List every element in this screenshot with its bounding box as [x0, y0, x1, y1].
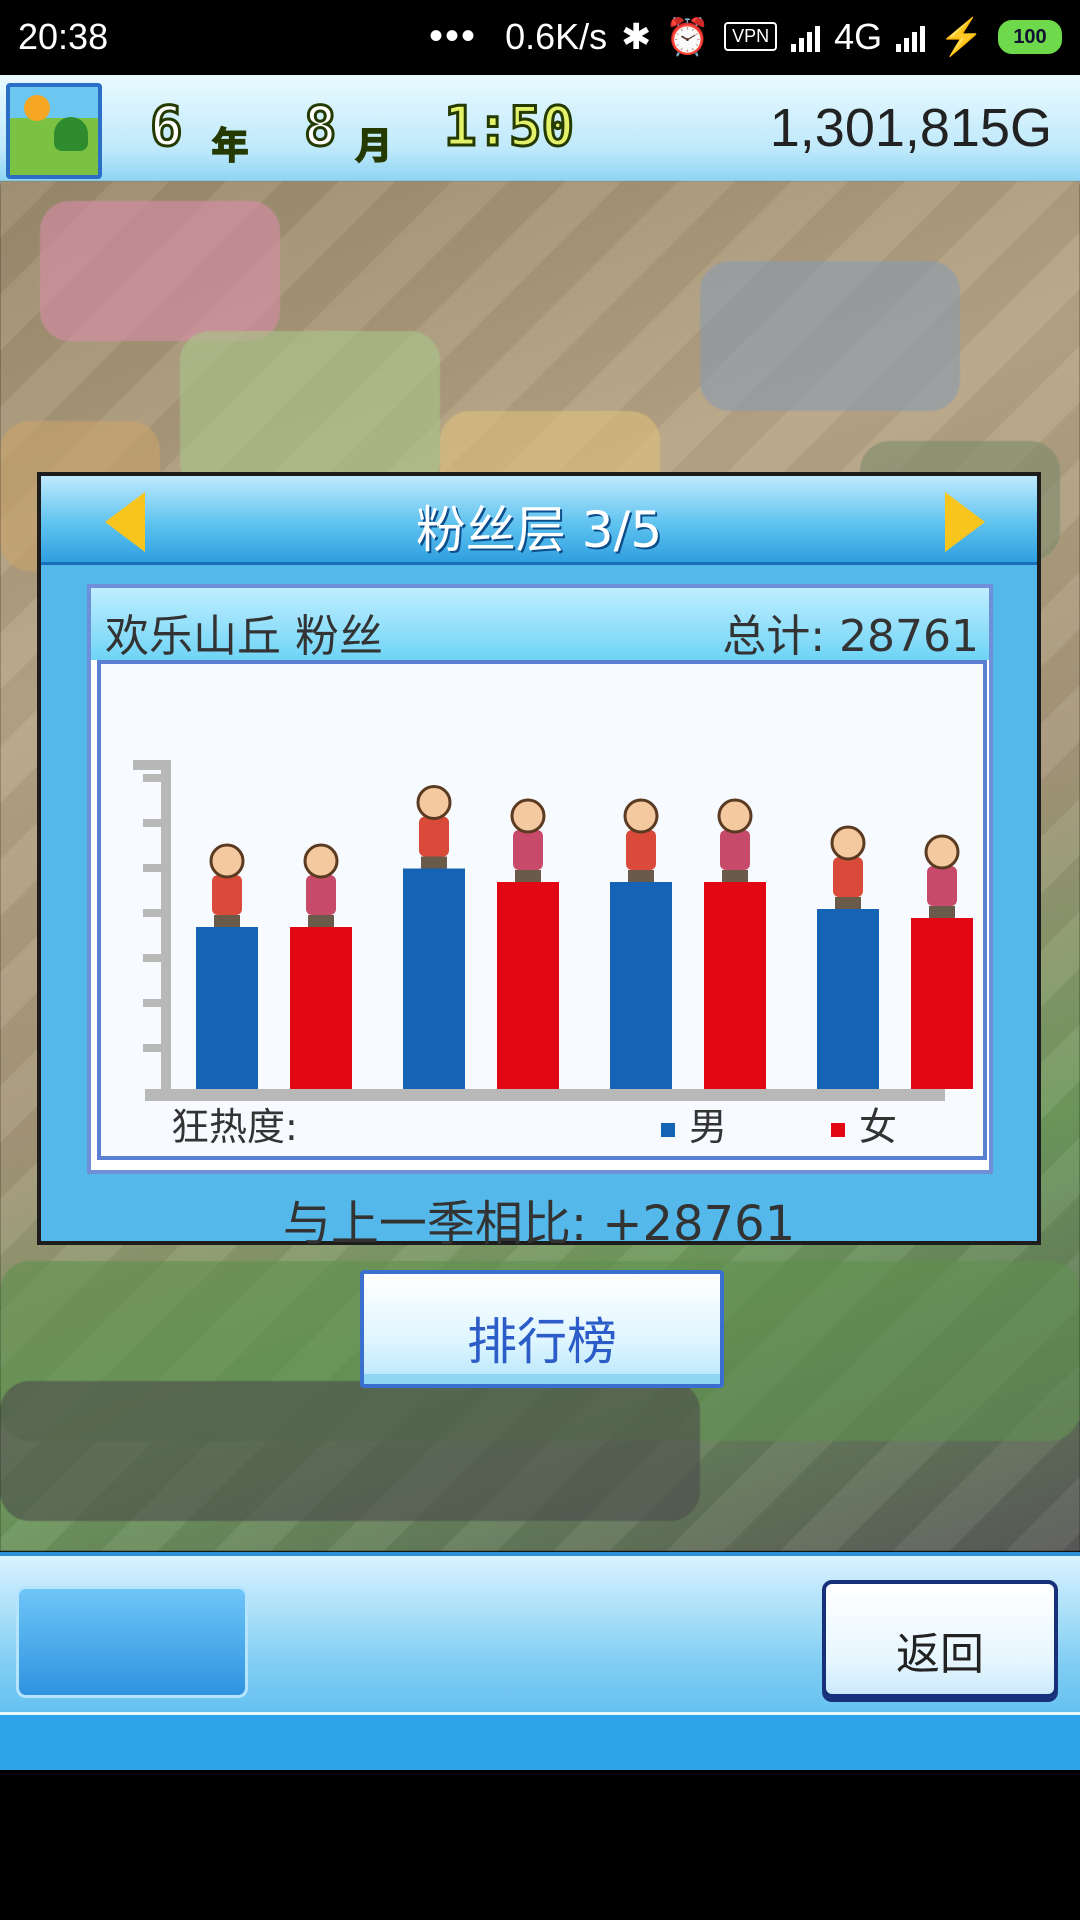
fan-figure-body	[513, 830, 543, 870]
vpn-badge: VPN	[724, 22, 778, 51]
female-bar	[911, 918, 973, 1089]
fan-figure-legs	[835, 897, 861, 909]
empty-slot-button[interactable]	[16, 1586, 248, 1698]
legend-female-label: 女	[859, 1105, 898, 1149]
female-bar	[497, 882, 559, 1089]
status-icons: ••• 0.6K/s ✱ ⏰ VPN 4G ⚡ 100	[429, 14, 1062, 59]
y-axis-tick	[143, 819, 161, 827]
status-time: 20:38	[18, 16, 109, 57]
fan-figure-legs	[214, 915, 240, 927]
fan-figure-body	[833, 857, 863, 897]
panel-header: 欢乐山丘 粉丝 总计: 28761	[91, 588, 989, 662]
fan-figure-head	[510, 798, 546, 834]
fan-figure-head	[303, 843, 339, 879]
male-swatch	[661, 1122, 675, 1137]
game-clock: 1:50	[442, 94, 575, 160]
fan-figure-legs	[628, 870, 654, 882]
fan-dialog: 粉丝层 3/5 欢乐山丘 粉丝 总计: 28761 狂热度: 男 女 与上一季相…	[37, 472, 1041, 1252]
fan-figure-head	[830, 825, 866, 861]
season-compare: 与上一季相比: +28761	[282, 1196, 796, 1252]
fan-figure-body	[927, 866, 957, 906]
ranking-button[interactable]: 排行榜	[360, 1270, 724, 1388]
fan-figure-legs	[421, 856, 447, 869]
fan-figure-head	[924, 834, 960, 870]
male-bar	[196, 927, 258, 1089]
y-axis-tick	[143, 864, 161, 872]
year-unit: 年	[211, 125, 249, 168]
fan-chart-svg	[133, 760, 973, 1101]
more-dots-icon: •••	[429, 14, 478, 58]
y-axis-tick	[143, 1044, 161, 1052]
dialog-title-bar: 粉丝层 3/5	[41, 476, 1037, 565]
signal-icon	[791, 22, 821, 52]
legend-female: 女	[831, 1096, 897, 1151]
fan-figure-legs	[929, 906, 955, 918]
bottom-strip	[0, 1712, 1080, 1774]
fever-label: 狂热度:	[171, 1105, 298, 1149]
fan-figure-body	[419, 816, 449, 857]
fan-panel: 欢乐山丘 粉丝 总计: 28761 狂热度: 男 女	[87, 584, 993, 1174]
right-arrow-icon	[945, 492, 985, 552]
y-axis-tick	[143, 999, 161, 1007]
fan-figure-body	[720, 830, 750, 870]
fan-figure-body	[626, 830, 656, 870]
fan-figure-legs	[515, 870, 541, 882]
dialog-title: 粉丝层 3/5	[415, 501, 663, 559]
fan-figure-legs	[722, 870, 748, 882]
fan-chart: 狂热度: 男 女	[97, 660, 987, 1160]
panel-title: 欢乐山丘 粉丝	[105, 611, 383, 662]
charging-icon: ⚡	[939, 15, 984, 57]
fan-figure-legs	[308, 915, 334, 927]
fan-figure-body	[212, 875, 242, 915]
game-header: 6 年 8 月 1:50 1,301,815G	[0, 75, 1080, 185]
female-bar	[290, 927, 352, 1089]
month-value: 8	[303, 94, 338, 160]
fan-figure-body	[306, 875, 336, 915]
y-axis-tick	[143, 954, 161, 962]
y-axis-tick	[143, 774, 161, 782]
status-bar: 20:38 ••• 0.6K/s ✱ ⏰ VPN 4G ⚡ 100	[0, 0, 1080, 75]
fan-figure-head	[623, 798, 659, 834]
signal-2-icon	[896, 22, 926, 52]
y-axis-cap	[133, 760, 171, 770]
female-swatch	[831, 1122, 845, 1137]
legend-male: 男	[661, 1096, 727, 1151]
back-button[interactable]: 返回	[822, 1580, 1058, 1698]
male-bar	[610, 882, 672, 1089]
fan-figure-head	[717, 798, 753, 834]
bottom-bar: 返回	[0, 1552, 1080, 1774]
y-axis	[161, 760, 171, 1089]
network-speed: 0.6K/s	[505, 15, 608, 57]
panel-total: 总计: 28761	[722, 611, 979, 662]
alarm-icon: ⏰	[665, 15, 711, 57]
bluetooth-icon: ✱	[621, 15, 652, 57]
park-thumbnail-icon[interactable]	[6, 83, 102, 179]
fan-figure-head	[416, 785, 452, 820]
male-bar	[403, 868, 465, 1089]
next-page-button[interactable]	[923, 482, 993, 556]
legend-male-label: 男	[689, 1105, 728, 1149]
money-display: 1,301,815G	[769, 98, 1052, 158]
male-bar	[817, 909, 879, 1089]
battery-icon: 100	[998, 19, 1062, 54]
female-bar	[704, 882, 766, 1089]
network-type: 4G	[834, 15, 883, 57]
month-unit: 月	[355, 125, 393, 168]
year-value: 6	[149, 94, 184, 160]
navigation-area	[0, 1770, 1080, 1920]
ranking-label: 排行榜	[467, 1313, 617, 1371]
y-axis-tick	[143, 909, 161, 917]
fan-figure-head	[209, 843, 245, 879]
back-label: 返回	[896, 1629, 984, 1680]
